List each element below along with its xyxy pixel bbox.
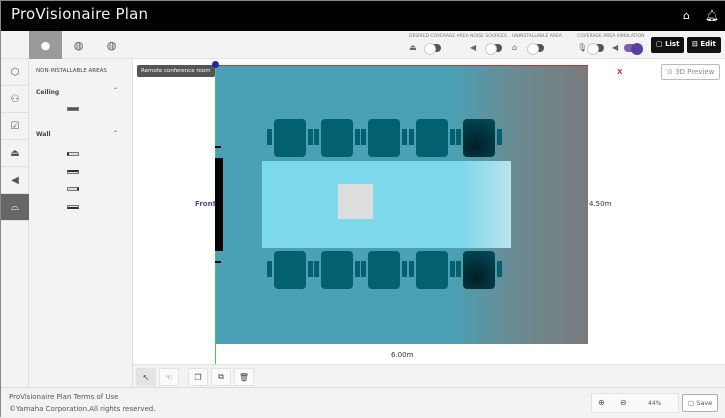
- uninstallable-icon[interactable]: ⌓: [1, 194, 29, 221]
- noise-icon: ◀︎: [470, 43, 477, 52]
- panel-title: NON-INSTALLABLE AREAS: [36, 68, 107, 74]
- noise-icon[interactable]: ◀︎: [1, 167, 29, 194]
- header: ProVisionaire Plan ⌂ 🔔︎: [1, 1, 725, 31]
- speaker-icon: ◀︎: [612, 43, 619, 52]
- footer: ProVisionaire Plan Terms of Use ©Yamaha …: [1, 387, 725, 418]
- room-name-label: Remote conference room: [137, 65, 215, 77]
- conference-table[interactable]: [262, 161, 511, 248]
- wall-shape-bottom[interactable]: [67, 205, 79, 209]
- save-label: Save: [696, 399, 713, 407]
- speaker-simulation-toggle[interactable]: [624, 43, 643, 55]
- delete-icon[interactable]: 🗑︎: [234, 368, 254, 386]
- edit-button[interactable]: ⊟ Edit: [687, 37, 721, 53]
- home-icon[interactable]: ⌂: [683, 9, 690, 22]
- wall-shape-top[interactable]: [67, 170, 79, 174]
- chevron-up-icon[interactable]: ⌃: [113, 130, 118, 137]
- chair[interactable]: [361, 251, 407, 289]
- table-device[interactable]: [338, 184, 373, 219]
- uninstallable-label: UNINSTALLABLE AREA: [512, 34, 562, 39]
- noise-sources-toggle[interactable]: [485, 43, 502, 55]
- wall-shape-right[interactable]: [67, 187, 79, 191]
- x-axis-line: [216, 65, 588, 66]
- chair[interactable]: [456, 119, 502, 157]
- chair[interactable]: [314, 119, 360, 157]
- coverage-icon: ⏏: [409, 43, 417, 52]
- chair[interactable]: [361, 119, 407, 157]
- chair[interactable]: [267, 119, 313, 157]
- uninstallable-toggle[interactable]: [527, 43, 544, 55]
- noise-sources-label: NOISE SOURCES: [470, 34, 507, 39]
- wall-shape-left[interactable]: [67, 152, 79, 156]
- ceiling-heading: Ceiling: [36, 89, 60, 96]
- wall-heading: Wall: [36, 131, 51, 138]
- height-dimension: 4.50m: [589, 200, 612, 208]
- 3d-preview-button[interactable]: ⊙ 3D Preview: [661, 64, 721, 80]
- chevron-up-icon[interactable]: ⌃: [113, 87, 118, 94]
- copy-icon[interactable]: ❐: [188, 368, 208, 386]
- zoom-level: 44%: [648, 400, 662, 407]
- mic-simulation-toggle[interactable]: [587, 43, 604, 55]
- toolbar: ● ◍ ◍ DESIRED COVERAGE AREA ⏏ NOISE SOUR…: [1, 31, 725, 59]
- front-label: Front: [195, 200, 216, 208]
- floor-plan-canvas[interactable]: Remote conference room Front 4.50m 6.00m…: [133, 59, 725, 365]
- list-label: List: [665, 40, 680, 48]
- mic-icon: 🎙︎: [577, 43, 588, 52]
- room-icon[interactable]: ⬡: [1, 59, 29, 86]
- wall-marker: [215, 146, 221, 148]
- app-logo: ProVisionaire Plan: [11, 5, 149, 23]
- top-view-button[interactable]: ●: [29, 31, 62, 59]
- uninstallable-icon: ⌂: [512, 43, 518, 52]
- desired-coverage-label: DESIRED COVERAGE AREA: [409, 34, 469, 39]
- copyright: ©Yamaha Corporation.All rights reserved.: [9, 405, 156, 413]
- bell-icon[interactable]: 🔔︎: [705, 9, 719, 22]
- side-panel: NON-INSTALLABLE AREAS Ceiling ⌃ Wall ⌃: [29, 59, 133, 387]
- duplicate-icon[interactable]: ⧉: [211, 368, 231, 386]
- list-button[interactable]: ▢ List: [651, 37, 685, 53]
- chair[interactable]: [409, 251, 455, 289]
- pan-icon[interactable]: ☜: [159, 368, 179, 386]
- edit-label: Edit: [700, 40, 716, 48]
- chair[interactable]: [409, 119, 455, 157]
- front-display[interactable]: [215, 158, 223, 251]
- 3d-preview-label: 3D Preview: [675, 68, 715, 76]
- chair[interactable]: [267, 251, 313, 289]
- wall-marker: [215, 261, 221, 263]
- tool-rail: ⬡ ⚇ ☑ ⏏ ◀︎ ⌓: [1, 59, 29, 387]
- chair[interactable]: [456, 251, 502, 289]
- save-button[interactable]: ▢ Save: [682, 394, 719, 412]
- perspective-view-button[interactable]: ◍: [62, 31, 95, 59]
- 3d-view-button[interactable]: ◍: [95, 31, 128, 59]
- whiteboard-icon[interactable]: ☑: [1, 113, 29, 140]
- width-dimension: 6.00m: [391, 351, 414, 359]
- furniture-icon[interactable]: ⚇: [1, 86, 29, 113]
- zoom-controls: ⊕ ⊖ 44%: [591, 393, 679, 413]
- terms-link[interactable]: ProVisionaire Plan Terms of Use: [9, 393, 119, 401]
- bottom-toolbar: ↖ ☜ ❐ ⧉ 🗑︎: [133, 364, 725, 387]
- x-axis-label: X: [617, 68, 623, 76]
- coverage-icon[interactable]: ⏏: [1, 140, 29, 167]
- desired-coverage-toggle[interactable]: [424, 43, 441, 55]
- zoom-in-icon[interactable]: ⊕: [598, 398, 605, 407]
- origin-handle[interactable]: [212, 61, 219, 68]
- chair[interactable]: [314, 251, 360, 289]
- simulation-label: COVERAGE AREA SIMULATION: [577, 34, 645, 39]
- zoom-out-icon[interactable]: ⊖: [620, 398, 627, 407]
- room[interactable]: [212, 61, 588, 365]
- ceiling-area-shape[interactable]: [67, 107, 79, 111]
- select-icon[interactable]: ↖: [136, 368, 156, 386]
